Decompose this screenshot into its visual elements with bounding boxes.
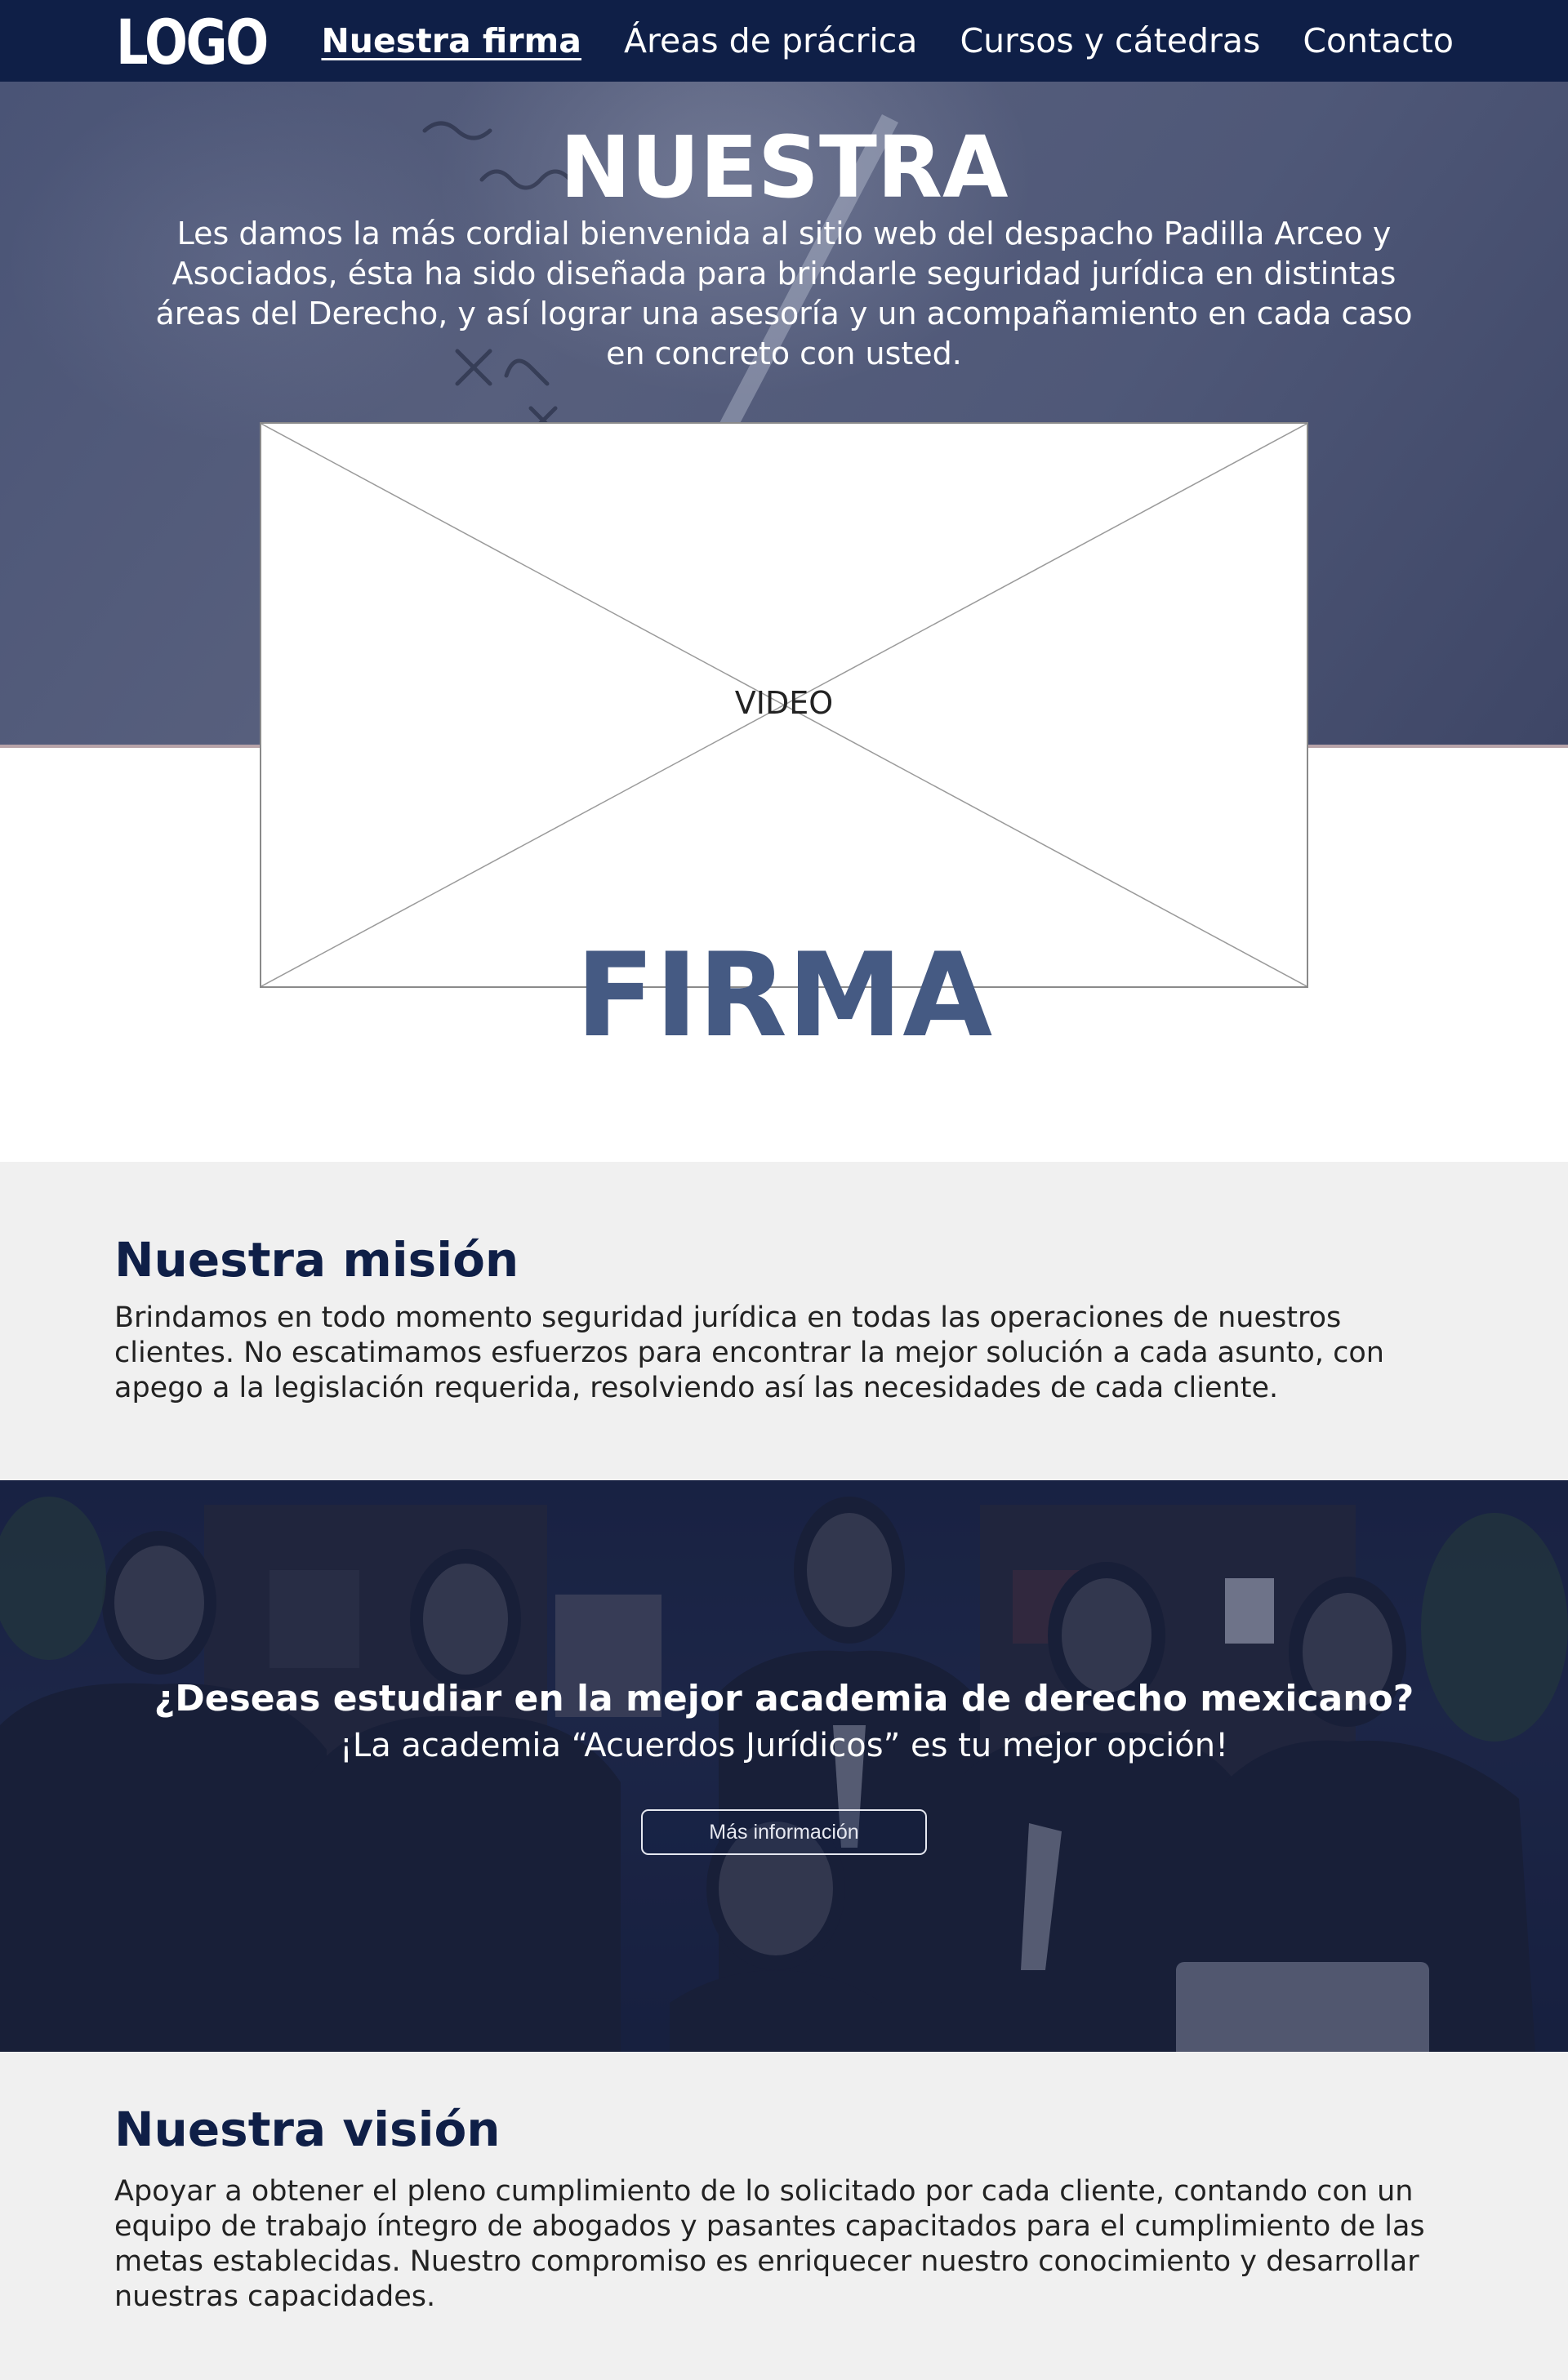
video-label: VIDEO — [734, 685, 834, 721]
hero-title-firma: FIRMA — [575, 928, 993, 1063]
site-logo[interactable]: LOGO — [116, 8, 269, 77]
academy-overlay — [0, 1480, 1568, 2052]
vision-text: Apoyar a obtener el pleno cumplimiento d… — [114, 2175, 1425, 2313]
nav-link-areas-de-practica[interactable]: Áreas de prácrica — [624, 21, 918, 60]
mission-text: Brindamos en todo momento seguridad jurí… — [114, 1301, 1384, 1404]
academy-subtitle: ¡La academia “Acuerdos Jurídicos” es tu … — [339, 1727, 1229, 1764]
hero-intro-text: Les damos la más cordial bienvenida al s… — [155, 216, 1413, 371]
hero-title: NUESTRA — [559, 118, 1009, 217]
vision-section: Nuestra visión Apoyar a obtener el pleno… — [0, 2052, 1568, 2380]
mission-heading: Nuestra misión — [114, 1232, 519, 1288]
nav-link-cursos-y-catedras[interactable]: Cursos y cátedras — [960, 21, 1260, 60]
nav-link-contacto[interactable]: Contacto — [1303, 21, 1454, 60]
nav-links: Nuestra firma Áreas de prácrica Cursos y… — [321, 0, 1454, 82]
mas-informacion-button[interactable]: Más información — [641, 1809, 927, 1855]
academy-question: ¿Deseas estudiar en la mejor academia de… — [154, 1678, 1414, 1719]
mission-section: Nuestra misión Brindamos en todo momento… — [0, 1162, 1568, 1480]
top-navbar: LOGO Nuestra firma Áreas de prácrica Cur… — [0, 0, 1568, 82]
vision-heading: Nuestra visión — [114, 2102, 501, 2157]
academy-banner: ¿Deseas estudiar en la mejor academia de… — [0, 1480, 1568, 2052]
video-placeholder[interactable]: VIDEO — [260, 422, 1308, 988]
nav-link-nuestra-firma[interactable]: Nuestra firma — [321, 21, 581, 60]
